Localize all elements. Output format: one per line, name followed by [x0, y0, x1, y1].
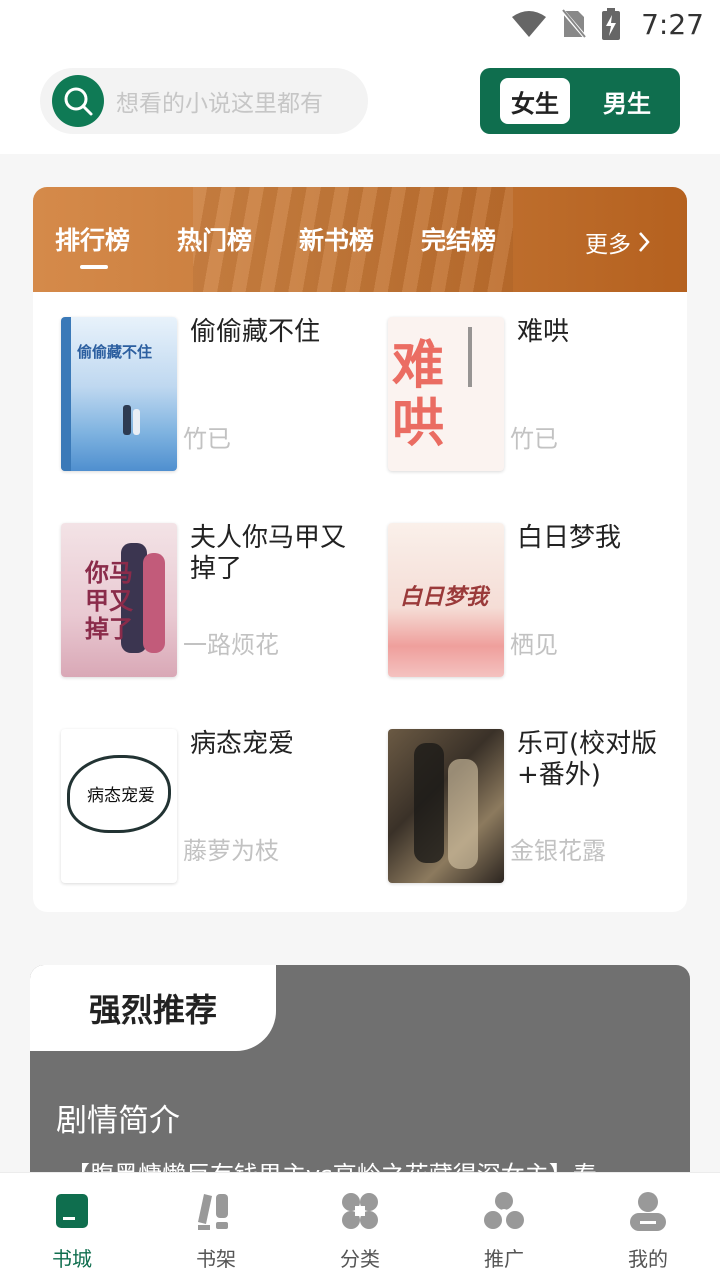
book-item[interactable]: 白日梦我 白日梦我 栖见: [388, 523, 687, 683]
gender-switch: 女生 男生: [480, 68, 680, 134]
nav-label: 书城: [52, 1247, 92, 1271]
header: 想看的小说这里都有 女生 男生: [0, 50, 720, 154]
no-sim-icon: [561, 9, 588, 39]
nav-bookshelf[interactable]: 书架: [144, 1173, 288, 1280]
nav-label: 我的: [628, 1247, 668, 1271]
nav-label: 推广: [484, 1247, 524, 1271]
tab-hot[interactable]: 热门榜: [177, 221, 252, 257]
search-input[interactable]: 想看的小说这里都有: [116, 84, 323, 118]
book-cover[interactable]: 你马甲又掉了: [61, 523, 177, 677]
book-title[interactable]: 偷偷藏不住: [190, 317, 350, 348]
status-time: 7:27: [641, 7, 704, 41]
plot-title: 剧情简介: [56, 1103, 180, 1139]
profile-icon: [628, 1191, 668, 1231]
tab-finished[interactable]: 完结榜: [421, 221, 496, 257]
book-cover[interactable]: 病态宠爱: [61, 729, 177, 883]
tab-new[interactable]: 新书榜: [299, 221, 374, 257]
bookshelf-icon: [196, 1191, 236, 1231]
book-title[interactable]: 病态宠爱: [190, 729, 350, 760]
book-store-icon: [52, 1191, 92, 1231]
book-cover[interactable]: 难哄: [388, 317, 504, 471]
nav-label: 分类: [340, 1247, 380, 1271]
recommend-title: 强烈推荐: [88, 991, 217, 1029]
book-item[interactable]: 你马甲又掉了 夫人你马甲又掉了 一路烦花: [61, 523, 361, 683]
search-icon[interactable]: [52, 75, 104, 127]
book-title[interactable]: 夫人你马甲又掉了: [190, 523, 350, 585]
more-label: 更多: [585, 232, 631, 258]
active-tab-indicator: [80, 265, 108, 269]
recommend-tab[interactable]: 强烈推荐: [30, 965, 276, 1051]
rank-tabs-banner: 排行榜 热门榜 新书榜 完结榜 更多: [33, 187, 687, 292]
book-author: 竹已: [510, 425, 558, 453]
more-button[interactable]: 更多: [585, 225, 651, 259]
book-item[interactable]: 乐可(校对版+番外) 金银花露: [388, 729, 687, 889]
female-toggle[interactable]: 女生: [500, 78, 570, 124]
nav-profile[interactable]: 我的: [576, 1173, 720, 1280]
book-title[interactable]: 难哄: [517, 317, 677, 348]
book-author: 一路烦花: [183, 631, 279, 659]
chevron-right-icon: [639, 232, 650, 252]
book-cover[interactable]: [388, 729, 504, 883]
book-item[interactable]: 难哄 难哄 竹已: [388, 317, 687, 477]
book-item[interactable]: 病态宠爱 病态宠爱 藤萝为枝: [61, 729, 361, 889]
battery-charging-icon: [602, 8, 621, 40]
share-icon: [484, 1191, 524, 1231]
bottom-nav: 书城 书架 分类 推广 我的: [0, 1172, 720, 1280]
book-cover[interactable]: 偷偷藏不住: [61, 317, 177, 471]
tab-ranking[interactable]: 排行榜: [55, 221, 130, 257]
book-author: 竹已: [183, 425, 231, 453]
rank-card: 排行榜 热门榜 新书榜 完结榜 更多 偷偷藏不住 偷偷藏不住 竹已 难哄 难哄 …: [33, 187, 687, 912]
status-bar: 7:27: [0, 0, 720, 50]
nav-book-store[interactable]: 书城: [0, 1173, 144, 1280]
book-author: 金银花露: [510, 837, 606, 865]
nav-share[interactable]: 推广: [432, 1173, 576, 1280]
wifi-icon: [512, 11, 547, 37]
book-item[interactable]: 偷偷藏不住 偷偷藏不住 竹已: [61, 317, 361, 477]
book-author: 藤萝为枝: [183, 837, 279, 865]
search-bar[interactable]: 想看的小说这里都有: [40, 68, 368, 134]
book-title[interactable]: 白日梦我: [517, 523, 677, 554]
book-title[interactable]: 乐可(校对版+番外): [517, 729, 677, 791]
book-author: 栖见: [510, 631, 558, 659]
category-icon: [340, 1191, 380, 1231]
book-cover[interactable]: 白日梦我: [388, 523, 504, 677]
nav-label: 书架: [196, 1247, 236, 1271]
male-toggle[interactable]: 男生: [592, 78, 662, 124]
nav-category[interactable]: 分类: [288, 1173, 432, 1280]
